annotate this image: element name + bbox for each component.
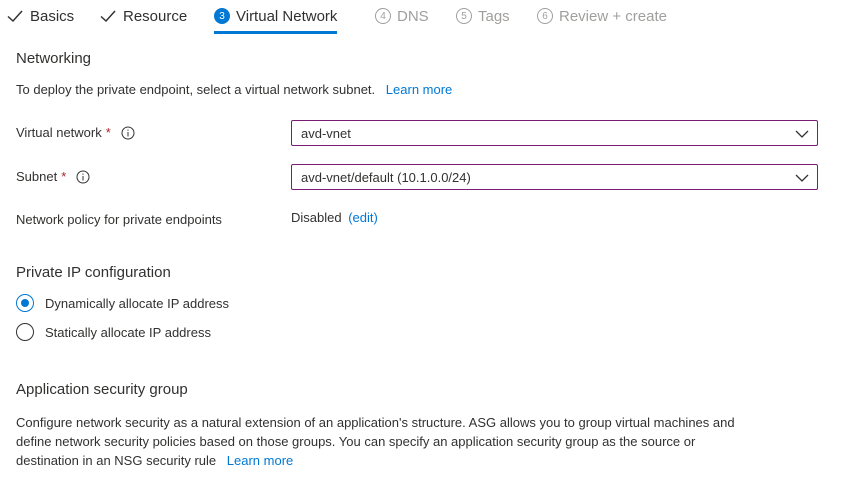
tab-label: Review + create xyxy=(559,7,667,25)
step-number-badge: 3 xyxy=(214,8,230,24)
tab-label: DNS xyxy=(397,7,429,25)
asg-description-line: define network security policies based o… xyxy=(16,434,696,449)
step-number-badge: 5 xyxy=(456,8,472,24)
radio-dynamic-ip[interactable]: Dynamically allocate IP address xyxy=(16,294,229,312)
tab-label: Resource xyxy=(123,7,188,25)
network-policy-value: Disabled (edit) xyxy=(291,210,378,225)
tab-resource[interactable]: Resource xyxy=(99,0,187,32)
tab-dns[interactable]: 4 DNS xyxy=(375,0,429,32)
step-number-badge: 6 xyxy=(537,8,553,24)
radio-static-ip-label: Statically allocate IP address xyxy=(45,324,211,340)
radio-unselected-icon[interactable] xyxy=(16,323,34,341)
chevron-down-icon xyxy=(795,174,809,182)
info-icon[interactable] xyxy=(121,126,135,140)
active-tab-indicator xyxy=(214,31,338,34)
wizard-tabs: Basics Resource 3 Virtual Network 4 DNS … xyxy=(0,0,861,36)
info-icon[interactable] xyxy=(76,170,90,184)
subnet-value: avd-vnet/default (10.1.0.0/24) xyxy=(301,169,471,185)
tab-tags[interactable]: 5 Tags xyxy=(456,0,510,32)
asg-learn-more-link[interactable]: Learn more xyxy=(227,453,293,468)
tab-label: Tags xyxy=(478,7,510,25)
networking-description-text: To deploy the private endpoint, select a… xyxy=(16,82,376,97)
tab-label: Virtual Network xyxy=(236,7,338,25)
virtual-network-label: Virtual network * xyxy=(16,125,135,140)
virtual-network-label-text: Virtual network xyxy=(16,125,102,140)
chevron-down-icon xyxy=(795,130,809,138)
checkmark-icon xyxy=(100,10,116,23)
learn-more-link[interactable]: Learn more xyxy=(386,82,452,97)
networking-description: To deploy the private endpoint, select a… xyxy=(16,82,452,97)
network-policy-status: Disabled xyxy=(291,210,342,225)
private-ip-heading: Private IP configuration xyxy=(16,264,171,281)
network-policy-label: Network policy for private endpoints xyxy=(16,212,222,227)
step-number-badge: 4 xyxy=(375,8,391,24)
edit-policy-link[interactable]: (edit) xyxy=(348,210,378,225)
networking-heading: Networking xyxy=(16,50,92,67)
radio-dynamic-ip-label: Dynamically allocate IP address xyxy=(45,295,230,311)
virtual-network-value: avd-vnet xyxy=(301,125,351,141)
tab-label: Basics xyxy=(30,7,75,25)
radio-static-ip[interactable]: Statically allocate IP address xyxy=(16,323,211,341)
asg-description-line: destination in an NSG security rule Lear… xyxy=(16,451,846,470)
subnet-dropdown[interactable]: avd-vnet/default (10.1.0.0/24) xyxy=(291,164,818,190)
asg-description-line: Configure network security as a natural … xyxy=(16,415,735,430)
asg-description-text: destination in an NSG security rule xyxy=(16,453,217,468)
subnet-label: Subnet * xyxy=(16,169,90,184)
tab-basics[interactable]: Basics xyxy=(6,0,74,32)
radio-selected-icon[interactable] xyxy=(16,294,34,312)
required-asterisk: * xyxy=(105,125,111,140)
tab-review-create[interactable]: 6 Review + create xyxy=(537,0,667,32)
virtual-network-dropdown[interactable]: avd-vnet xyxy=(291,120,818,146)
tab-virtual-network[interactable]: 3 Virtual Network xyxy=(214,0,338,34)
required-asterisk: * xyxy=(61,169,67,184)
asg-heading: Application security group xyxy=(16,381,188,398)
subnet-label-text: Subnet xyxy=(16,169,58,184)
checkmark-icon xyxy=(7,10,23,23)
asg-description: Configure network security as a natural … xyxy=(16,413,846,470)
